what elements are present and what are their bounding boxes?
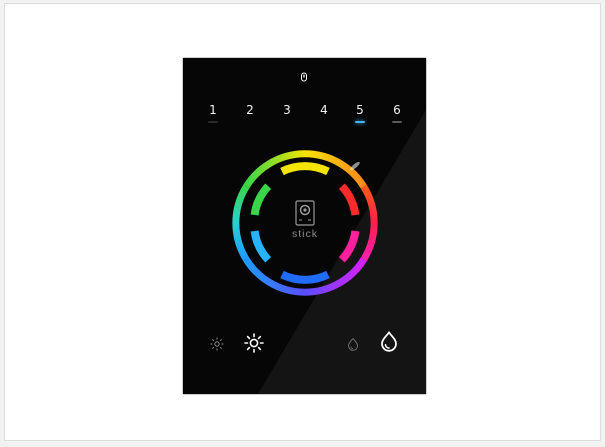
zone-2-label: 2 (246, 103, 254, 117)
brightness-down-button[interactable] (205, 332, 229, 356)
zone-3-button[interactable]: 3 (274, 103, 300, 129)
zone-1-button[interactable]: 1 (200, 103, 226, 129)
zone-5-label: 5 (356, 103, 364, 117)
sun-small-icon (210, 337, 224, 351)
power-button[interactable] (297, 70, 311, 84)
zone-1-label: 1 (209, 103, 217, 117)
color-drop-icon (381, 331, 397, 352)
zone-4-button[interactable]: 4 (311, 103, 337, 129)
power-icon (301, 72, 307, 82)
zone-selector: 1 2 3 4 5 6 (183, 103, 426, 133)
zone-5-button[interactable]: 5 (347, 103, 373, 129)
zone-4-label: 4 (320, 103, 328, 117)
brand-label: stick (292, 228, 318, 240)
zone-3-label: 3 (283, 103, 291, 117)
zone-6-label: 6 (393, 103, 401, 117)
zone-6-button[interactable]: 6 (384, 103, 410, 129)
zone-5-indicator (355, 121, 365, 123)
zone-3-indicator (282, 121, 292, 123)
color-wheel[interactable]: stick (227, 145, 383, 301)
brightness-up-button[interactable] (242, 331, 266, 355)
wall-panel: 1 2 3 4 5 6 stick (183, 58, 426, 394)
sun-large-icon (244, 333, 264, 353)
zone-2-button[interactable]: 2 (237, 103, 263, 129)
zone-1-indicator (208, 121, 218, 123)
zone-4-indicator (319, 121, 329, 123)
color-on-button[interactable] (377, 330, 401, 354)
outer-ring (232, 150, 378, 296)
zone-2-indicator (245, 121, 255, 123)
color-drop-dim-icon (347, 337, 359, 351)
speaker-logo (295, 200, 315, 226)
color-off-button[interactable] (341, 332, 365, 356)
image-frame: 1 2 3 4 5 6 stick (4, 3, 601, 441)
ring-highlight (350, 161, 360, 171)
inner-ring-segments (250, 162, 360, 284)
zone-6-indicator (392, 121, 402, 123)
